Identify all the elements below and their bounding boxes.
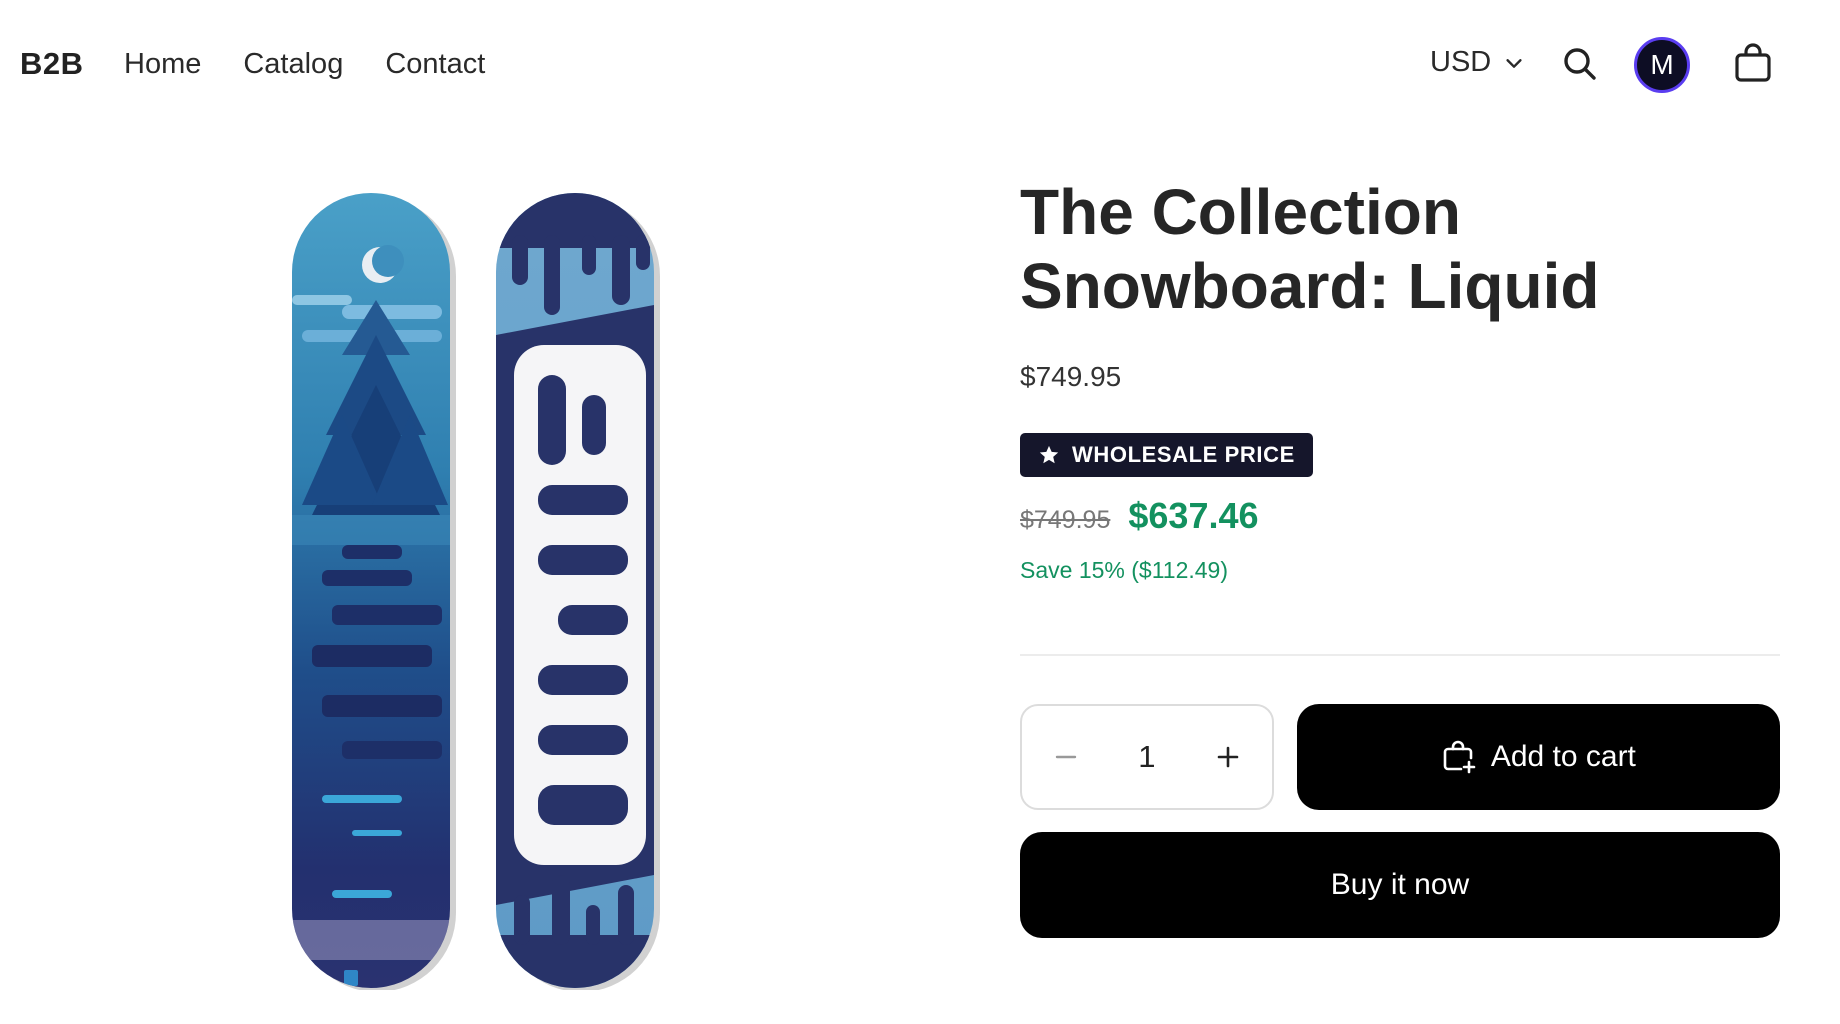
site-header: B2B Home Catalog Contact USD M xyxy=(0,0,1840,130)
savings-text: Save 15% ($112.49) xyxy=(1020,557,1228,583)
add-to-cart-label: Add to cart xyxy=(1490,740,1636,773)
product-price: $749.95 xyxy=(1020,361,1122,392)
currency-label: USD xyxy=(1430,46,1492,78)
divider xyxy=(1020,654,1780,656)
buy-now-label: Buy it now xyxy=(1330,868,1470,901)
quantity-decrease-button[interactable] xyxy=(1044,735,1088,779)
buy-now-button[interactable]: Buy it now xyxy=(1020,832,1780,938)
quantity-increase-button[interactable] xyxy=(1206,735,1250,779)
nav-contact[interactable]: Contact xyxy=(385,48,485,81)
cart-button[interactable] xyxy=(1732,42,1774,84)
wholesale-badge: WHOLESALE PRICE xyxy=(1020,433,1313,477)
plus-icon xyxy=(1217,746,1238,768)
purchase-row: 1 Add to cart xyxy=(1020,704,1780,810)
nav-catalog[interactable]: Catalog xyxy=(243,48,343,81)
product-image[interactable] xyxy=(282,185,662,990)
wholesale-price-row: $749.95 $637.46 xyxy=(1020,495,1780,537)
account-avatar[interactable]: M xyxy=(1634,37,1690,93)
main-nav: Home Catalog Contact xyxy=(124,48,485,81)
star-icon xyxy=(1039,445,1059,464)
product-title: The Collection Snowboard: Liquid xyxy=(1020,176,1600,322)
nav-home[interactable]: Home xyxy=(124,48,201,81)
bag-plus-icon xyxy=(1443,740,1476,774)
search-button[interactable] xyxy=(1560,44,1600,84)
avatar-initial: M xyxy=(1650,49,1674,80)
compare-at-price: $749.95 xyxy=(1020,506,1111,534)
quantity-input[interactable]: 1 xyxy=(1138,739,1155,775)
add-to-cart-button[interactable]: Add to cart xyxy=(1296,704,1780,810)
brand-logo[interactable]: B2B xyxy=(20,46,84,82)
quantity-stepper: 1 xyxy=(1020,704,1274,810)
shopping-bag-icon xyxy=(1735,43,1771,82)
search-icon xyxy=(1564,48,1596,80)
currency-selector[interactable]: USD xyxy=(1430,46,1525,79)
wholesale-price: $637.46 xyxy=(1128,495,1259,536)
badge-label: WHOLESALE PRICE xyxy=(1072,442,1295,467)
chevron-down-icon xyxy=(1506,58,1522,68)
minus-icon xyxy=(1055,755,1077,759)
product-info: The Collection Snowboard: Liquid $749.95… xyxy=(1020,175,1780,938)
